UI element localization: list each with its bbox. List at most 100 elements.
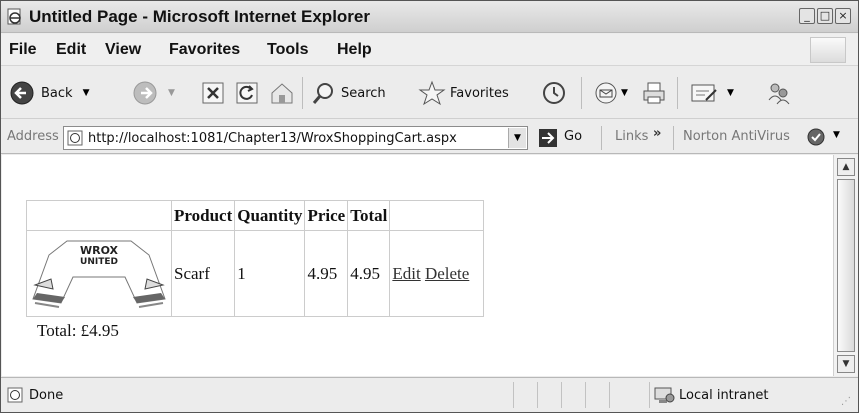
scroll-down-button[interactable]: ▼: [837, 355, 855, 373]
address-separator: [673, 126, 674, 150]
chevron-down-icon[interactable]: ▼: [621, 88, 628, 98]
status-divider: [585, 382, 586, 408]
back-arrow-icon: [10, 81, 34, 105]
favorites-button[interactable]: Favorites: [418, 80, 509, 106]
toolbar-separator: [302, 77, 303, 109]
forward-button[interactable]: ▼: [132, 80, 175, 106]
menu-help[interactable]: Help: [337, 41, 372, 59]
mail-icon: [595, 82, 617, 104]
status-divider: [513, 382, 514, 408]
product-column-header: Product: [170, 200, 236, 231]
minimize-button[interactable]: _: [799, 8, 815, 24]
product-quantity: 1: [234, 230, 306, 317]
search-button[interactable]: Search: [311, 80, 386, 106]
menu-file[interactable]: File: [9, 41, 37, 59]
product-price: 4.95: [304, 230, 349, 317]
browser-window: Untitled Page - Microsoft Internet Explo…: [0, 0, 859, 413]
star-icon: [418, 80, 446, 106]
status-divider: [537, 382, 538, 408]
go-arrow-icon[interactable]: [538, 128, 558, 148]
stop-icon: [202, 82, 224, 104]
window-title: Untitled Page - Microsoft Internet Explo…: [29, 7, 370, 26]
edit-link[interactable]: Edit: [392, 264, 420, 283]
scroll-thumb[interactable]: [837, 179, 855, 352]
home-icon: [271, 83, 293, 104]
links-button[interactable]: Links: [615, 129, 648, 144]
title-bar: Untitled Page - Microsoft Internet Explo…: [1, 1, 858, 33]
norton-antivirus-label[interactable]: Norton AntiVirus: [683, 129, 790, 144]
product-total: 4.95: [347, 230, 391, 317]
vertical-scrollbar[interactable]: ▲ ▼: [833, 155, 858, 376]
row-actions: Edit Delete: [389, 230, 485, 317]
product-image: WROX UNITED: [26, 230, 172, 317]
toolbar: Back ▼ ▼ Search Favorites ▼ ▼: [1, 67, 858, 119]
wrox-logo-text: WROX: [80, 244, 119, 257]
toolbar-separator: [677, 77, 678, 109]
product-name: Scarf: [170, 230, 236, 317]
norton-shield-icon[interactable]: [807, 128, 825, 146]
address-input[interactable]: http://localhost:1081/Chapter13/WroxShop…: [63, 126, 528, 150]
address-bar: Address http://localhost:1081/Chapter13/…: [1, 120, 858, 154]
delete-link[interactable]: Delete: [425, 264, 469, 283]
stop-button[interactable]: [201, 81, 225, 105]
status-divider: [609, 382, 610, 408]
actions-column-header: [389, 200, 485, 231]
wrox-scarf-image: WROX UNITED: [32, 240, 166, 308]
messenger-icon: [768, 83, 790, 105]
forward-arrow-icon: [133, 81, 157, 105]
address-label: Address: [7, 129, 59, 144]
resize-grip-icon[interactable]: ⋰: [841, 396, 851, 407]
chevron-down-icon[interactable]: ▼: [833, 130, 840, 140]
windows-logo-icon: [810, 37, 846, 63]
shopping-cart-table: Product Quantity Price Total WROX UNITED: [26, 200, 485, 317]
intranet-zone-icon: [654, 387, 675, 403]
ie-page-icon: [7, 8, 21, 25]
chevron-right-icon[interactable]: »: [653, 126, 661, 141]
close-button[interactable]: ×: [835, 8, 851, 24]
menu-edit[interactable]: Edit: [56, 41, 86, 59]
chevron-down-icon[interactable]: ▼: [727, 88, 734, 98]
print-button[interactable]: [641, 80, 667, 106]
refresh-button[interactable]: [235, 81, 259, 105]
refresh-icon: [236, 82, 258, 104]
toolbar-separator: [581, 77, 582, 109]
messenger-button[interactable]: [765, 80, 793, 106]
menu-bar: File Edit View Favorites Tools Help: [1, 34, 858, 66]
back-button[interactable]: Back ▼: [9, 80, 89, 106]
history-icon: [543, 82, 565, 104]
chevron-down-icon[interactable]: ▼: [83, 88, 90, 98]
menu-favorites[interactable]: Favorites: [169, 41, 240, 59]
search-icon: [312, 83, 333, 104]
status-text: Done: [29, 388, 64, 403]
printer-icon: [643, 82, 665, 104]
address-dropdown-button[interactable]: ▼: [508, 128, 526, 148]
status-divider: [649, 382, 650, 408]
history-button[interactable]: [541, 80, 567, 106]
table-header-row: Product Quantity Price Total: [26, 200, 485, 231]
menu-view[interactable]: View: [105, 41, 141, 59]
mail-button[interactable]: ▼: [593, 80, 628, 106]
menu-tools[interactable]: Tools: [267, 41, 308, 59]
quantity-column-header: Quantity: [234, 200, 306, 231]
edit-page-button[interactable]: ▼: [689, 80, 734, 106]
page-done-icon: [7, 387, 23, 403]
chevron-down-icon[interactable]: ▼: [168, 88, 175, 98]
table-row: WROX UNITED Scarf 1 4.95 4.95 Edit Delet…: [26, 230, 485, 317]
price-column-header: Price: [304, 200, 349, 231]
image-column-header: [26, 200, 172, 231]
maximize-button[interactable]: □: [817, 8, 833, 24]
united-logo-text: UNITED: [80, 257, 118, 267]
home-button[interactable]: [269, 80, 295, 106]
page-content: Product Quantity Price Total WROX UNITED: [2, 155, 833, 376]
security-zone-label: Local intranet: [679, 388, 769, 403]
status-divider: [561, 382, 562, 408]
scroll-up-button[interactable]: ▲: [837, 158, 855, 176]
go-button[interactable]: Go: [564, 129, 582, 144]
page-icon: [67, 130, 83, 146]
address-url[interactable]: http://localhost:1081/Chapter13/WroxShop…: [88, 131, 457, 146]
address-separator: [601, 126, 602, 150]
status-bar: Done Local intranet ⋰: [1, 377, 858, 412]
cart-total: Total: £4.95: [37, 321, 119, 340]
total-column-header: Total: [347, 200, 391, 231]
edit-page-icon: [691, 84, 717, 102]
